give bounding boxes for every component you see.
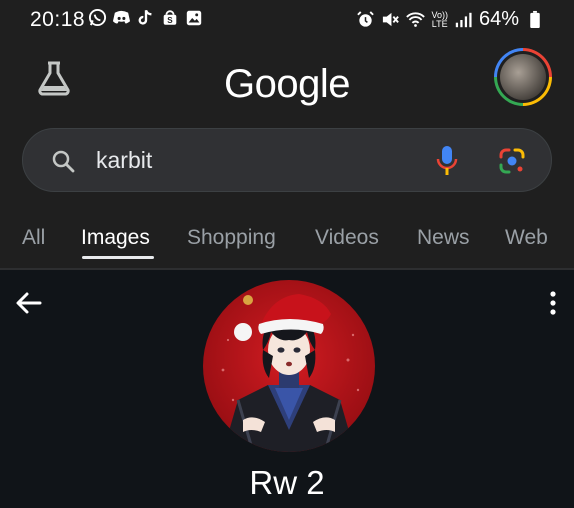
google-logo[interactable]: Google [224, 62, 350, 107]
image-detail-panel: Rw 2 [0, 270, 574, 508]
battery-icon [525, 10, 544, 29]
wifi-icon [406, 10, 426, 29]
notification-icons: S [88, 8, 203, 27]
signal-icon [454, 10, 473, 29]
discord-icon [112, 8, 131, 27]
battery-percent: 64% [478, 8, 519, 30]
system-icons: Vo)) LTE 64% [356, 8, 544, 31]
volte-bottom-label: LTE [431, 18, 448, 29]
arrow-left-icon[interactable] [14, 288, 44, 318]
app-header: Google [0, 40, 574, 120]
active-tab-indicator [82, 256, 154, 259]
search-box[interactable]: karbit [22, 128, 552, 192]
result-image[interactable] [203, 280, 375, 452]
status-bar: 20:18 S Vo)) LTE 64% [0, 0, 574, 40]
search-tabs: All Images Shopping Videos News Web [0, 218, 574, 268]
google-lens-icon[interactable] [497, 146, 527, 176]
tab-all[interactable]: All [22, 226, 45, 250]
alarm-icon [356, 10, 375, 29]
avatar-frame [497, 51, 549, 103]
mute-icon [381, 10, 400, 29]
anime-character-illustration [221, 294, 360, 452]
avatar-image [500, 54, 546, 100]
tab-videos[interactable]: Videos [315, 226, 379, 250]
tab-shopping[interactable]: Shopping [187, 226, 276, 250]
tab-images[interactable]: Images [81, 226, 150, 250]
whatsapp-icon [88, 8, 107, 27]
tiktok-icon [136, 8, 155, 27]
tab-news[interactable]: News [417, 226, 470, 250]
labs-flask-icon[interactable] [34, 58, 74, 98]
tab-web[interactable]: Web [505, 226, 548, 250]
account-avatar[interactable] [494, 48, 552, 106]
result-title: Rw 2 [249, 464, 325, 501]
more-vert-icon[interactable] [544, 288, 562, 318]
status-time: 20:18 [30, 8, 86, 31]
search-input[interactable]: karbit [96, 147, 152, 174]
search-icon [51, 149, 75, 173]
svg-text:S: S [167, 16, 173, 25]
shopee-icon: S [160, 8, 179, 27]
voice-search-icon[interactable] [435, 144, 459, 178]
volte-icon: Vo)) LTE [431, 10, 448, 29]
gallery-icon [184, 8, 203, 27]
